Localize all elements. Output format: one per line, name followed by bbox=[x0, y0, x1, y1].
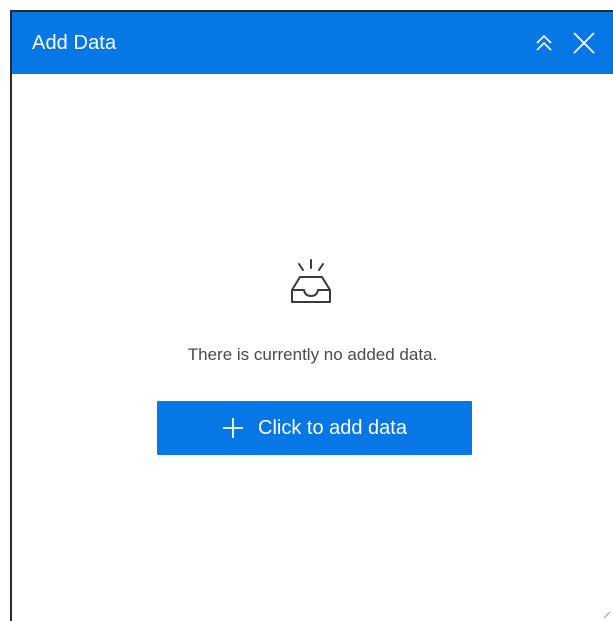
resize-grip-icon[interactable] bbox=[603, 611, 611, 619]
panel-header: Add Data bbox=[12, 12, 613, 74]
collapse-button[interactable] bbox=[529, 28, 559, 58]
add-data-button[interactable]: Click to add data bbox=[157, 401, 472, 455]
empty-state-message: There is currently no added data. bbox=[187, 345, 438, 364]
add-data-panel: Add Data There is currently no added dat… bbox=[10, 10, 613, 621]
header-actions bbox=[529, 28, 599, 58]
close-button[interactable] bbox=[569, 28, 599, 58]
panel-content: There is currently no added data. Click … bbox=[12, 74, 613, 621]
double-chevron-up-icon bbox=[536, 34, 552, 51]
plus-icon bbox=[223, 418, 243, 438]
empty-inbox-icon bbox=[291, 259, 331, 303]
panel-title: Add Data bbox=[32, 32, 117, 54]
add-data-button-label: Click to add data bbox=[258, 416, 407, 439]
close-icon bbox=[573, 32, 595, 54]
